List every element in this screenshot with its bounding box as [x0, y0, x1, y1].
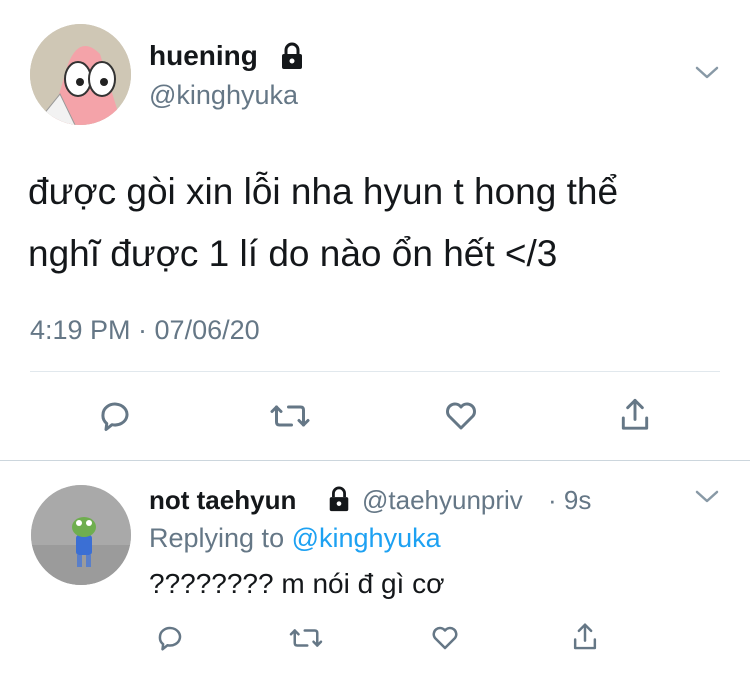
share-icon[interactable] — [615, 394, 655, 436]
share-icon[interactable] — [568, 620, 602, 654]
avatar[interactable] — [30, 24, 131, 125]
reply-icon[interactable] — [153, 622, 187, 654]
replying-to: Replying to @kinghyuka — [149, 523, 441, 554]
retweet-icon[interactable] — [268, 396, 312, 436]
replying-to-prefix: Replying to — [149, 523, 285, 553]
lock-icon — [326, 485, 352, 518]
divider — [30, 371, 720, 372]
tweet-text-line-2: nghĩ được 1 lí do nào ổn hết </3 — [28, 233, 558, 274]
like-icon[interactable] — [440, 396, 482, 436]
reply-icon[interactable] — [95, 396, 135, 436]
reply-time[interactable]: · 9s — [548, 485, 591, 516]
reply-avatar[interactable] — [31, 485, 131, 585]
section-divider — [0, 460, 750, 461]
retweet-icon[interactable] — [288, 622, 324, 654]
patrick-star-avatar — [30, 24, 131, 125]
reply-chevron-down-icon[interactable] — [694, 488, 720, 511]
display-name[interactable]: huening — [149, 40, 258, 72]
reply-display-name[interactable]: not taehyun — [149, 485, 296, 516]
handle[interactable]: @kinghyuka — [149, 80, 298, 111]
frog-avatar — [31, 485, 131, 585]
reply-handle[interactable]: @taehyunpriv — [362, 485, 523, 516]
timestamp[interactable]: 4:19 PM · 07/06/20 — [30, 315, 260, 346]
replying-to-link[interactable]: @kinghyuka — [292, 523, 441, 553]
lock-icon — [278, 41, 306, 76]
tweet-text-line-1: được gòi xin lỗi nha hyun t hong thể — [28, 171, 619, 212]
chevron-down-icon[interactable] — [694, 64, 720, 87]
reply-text: ???????? m nói đ gì cơ — [149, 568, 445, 599]
like-icon[interactable] — [428, 622, 462, 654]
